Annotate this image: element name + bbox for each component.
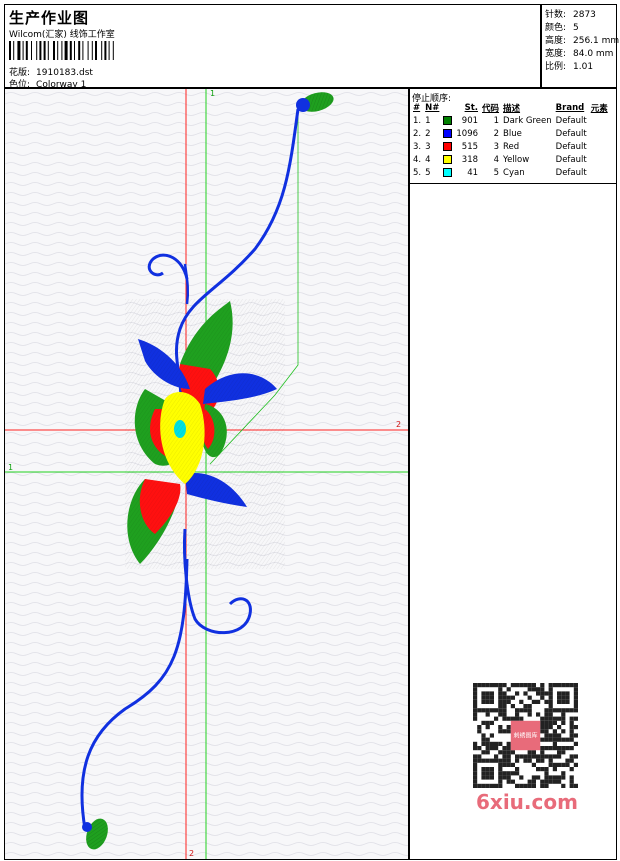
table-row[interactable]: 4. 4 318 4 Yellow Default — [411, 153, 610, 166]
stat-label: 比例: — [545, 62, 567, 72]
cell-brand: Default — [555, 167, 587, 178]
barcode — [9, 41, 114, 60]
stat-label: 针数: — [545, 10, 567, 20]
color-swatch-cell — [441, 153, 454, 166]
cell-code: 3 — [493, 141, 500, 152]
cell-st: 515 — [461, 141, 479, 152]
page-title: 生产作业图 — [9, 9, 90, 27]
table-divider — [410, 183, 616, 184]
color-swatch-cell — [441, 166, 454, 179]
table-row[interactable]: 2. 2 1096 2 Blue Default — [411, 127, 610, 140]
color-swatch — [443, 141, 453, 151]
cell-n: 3 — [425, 141, 431, 152]
col-header: Brand — [555, 102, 585, 113]
design-canvas[interactable]: 1 1 2 2 — [4, 88, 409, 860]
axis-label-green-top: 1 — [210, 89, 216, 98]
cell-brand: Default — [555, 128, 587, 139]
axis-label-red-right: 2 — [396, 420, 402, 429]
element-cell — [589, 127, 610, 140]
cell-n: 1 — [425, 115, 431, 126]
color-swatch — [443, 154, 453, 164]
table-row[interactable]: 1. 1 901 1 Dark Green Default — [411, 114, 610, 127]
watermark-text: 6xiu.com — [476, 790, 578, 814]
col-header: 描述 — [503, 103, 521, 114]
header-panel: 生产作业图 Wilcom(汇家) 线饰工作室 花版: 1910183.dst 色位… — [4, 4, 541, 90]
color-swatch-cell — [441, 127, 454, 140]
cell-code: 1 — [493, 115, 500, 126]
table-row[interactable]: 3. 3 515 3 Red Default — [411, 140, 610, 153]
qr-caption: 刺绣图库 — [513, 732, 537, 740]
stats-panel: 针数: 2873 颜色: 5 高度: 256.1 mm 宽度: 84.0 mm 比例: 1… — [541, 4, 619, 88]
color-swatch — [443, 128, 453, 138]
bud-top-base — [296, 98, 310, 112]
col-header: N# — [425, 102, 440, 113]
cell-code: 4 — [493, 154, 500, 165]
stat-label: 宽度: — [545, 49, 567, 59]
qr-code: 刺绣图库 — [470, 680, 580, 790]
color-swatch-cell — [441, 114, 454, 127]
company-name: Wilcom(汇家) 线饰工作室 — [9, 30, 115, 40]
stat-value: 256.1 mm — [573, 36, 620, 46]
cell-idx: 4. — [413, 154, 422, 165]
col-header: # — [413, 102, 421, 113]
stat-scale: 比例: 1.01 — [545, 59, 593, 72]
stat-value: 84.0 mm — [573, 49, 614, 59]
col-header — [441, 101, 454, 114]
cell-n: 4 — [425, 154, 431, 165]
bud-bottom-base — [82, 822, 92, 832]
cell-idx: 5. — [413, 167, 422, 178]
cell-st: 1096 — [456, 128, 479, 139]
cell-desc: Dark Green — [503, 115, 552, 126]
stat-colors: 颜色: 5 — [545, 20, 579, 33]
axis-label-red-bottom: 2 — [189, 849, 195, 858]
table-header-row: # N# St. 代码 描述 Brand 元素 — [411, 101, 610, 114]
cell-brand: Default — [555, 154, 587, 165]
cell-n: 2 — [425, 128, 431, 139]
element-cell — [589, 140, 610, 153]
col-header: 元素 — [590, 103, 608, 114]
cell-n: 5 — [425, 167, 431, 178]
axis-label-green-left: 1 — [8, 463, 14, 472]
cell-idx: 1. — [413, 115, 422, 126]
cell-idx: 2. — [413, 128, 422, 139]
color-swatch — [443, 115, 453, 125]
cell-brand: Default — [555, 141, 587, 152]
stat-stitches: 针数: 2873 — [545, 7, 596, 20]
cell-desc: Blue — [503, 128, 522, 139]
embroidery-preview — [5, 89, 408, 859]
stat-value: 2873 — [573, 10, 596, 20]
stitch-texture — [125, 299, 285, 569]
cell-idx: 3. — [413, 141, 422, 152]
cell-st: 901 — [461, 115, 479, 126]
stat-label: 高度: — [545, 36, 567, 46]
color-swatch-cell — [441, 140, 454, 153]
stat-value: 1.01 — [573, 62, 594, 72]
cell-code: 5 — [493, 167, 500, 178]
cell-code: 2 — [493, 128, 500, 139]
cell-desc: Yellow — [503, 154, 530, 165]
stat-label: 颜色: — [545, 23, 567, 33]
color-swatch — [443, 167, 453, 177]
cell-desc: Cyan — [503, 167, 525, 178]
element-cell — [589, 114, 610, 127]
stat-height: 高度: 256.1 mm — [545, 33, 619, 46]
cell-desc: Red — [503, 141, 520, 152]
flower — [125, 299, 285, 569]
element-cell — [589, 166, 610, 179]
table-row[interactable]: 5. 5 41 5 Cyan Default — [411, 166, 610, 179]
cell-st: 318 — [461, 154, 479, 165]
stat-width: 宽度: 84.0 mm — [545, 46, 613, 59]
col-header: St. — [464, 102, 479, 113]
col-header: 代码 — [482, 103, 500, 114]
cell-brand: Default — [555, 115, 587, 126]
element-cell — [589, 153, 610, 166]
stop-sequence-table: # N# St. 代码 描述 Brand 元素 1. 1 901 1 Dark Gree… — [411, 101, 610, 179]
cell-st: 41 — [467, 167, 479, 178]
stat-value: 5 — [573, 23, 579, 33]
